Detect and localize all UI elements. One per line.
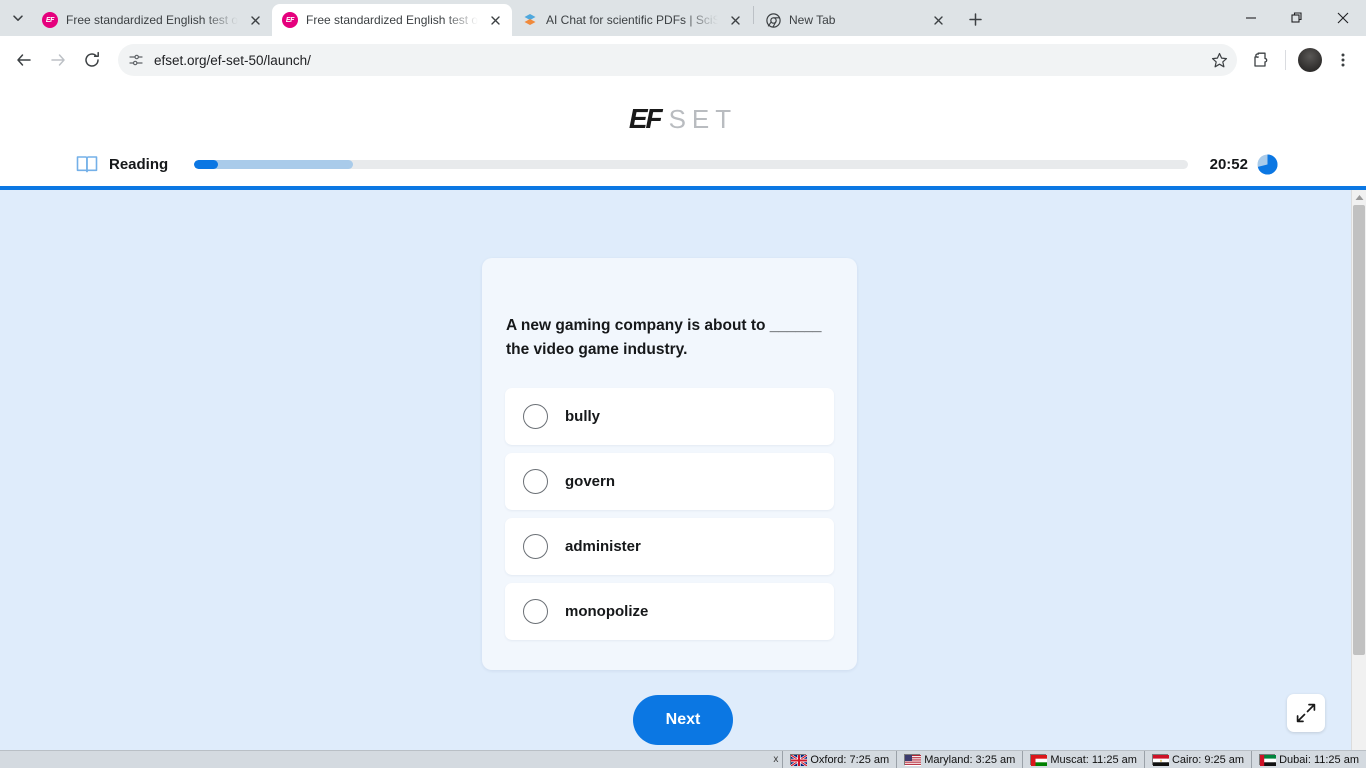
scispace-icon [522,12,538,28]
option-label: govern [565,473,616,490]
taskbar-spacer [0,750,770,768]
browser-tab-3[interactable]: AI Chat for scientific PDFs | SciS [512,4,752,36]
world-clock-item[interactable]: Muscat: 11:25 am [1022,750,1144,768]
chrome-icon [765,12,781,28]
radio-button[interactable] [523,599,548,624]
reload-icon[interactable] [76,44,108,76]
minimize-icon[interactable] [1228,1,1274,35]
close-icon[interactable] [1320,1,1366,35]
clock-label: Maryland: 3:25 am [924,753,1016,766]
next-button[interactable]: Next [633,695,733,745]
browser-toolbar: efset.org/ef-set-50/launch/ [0,36,1366,84]
fullscreen-button[interactable] [1287,694,1325,732]
option-label: bully [565,408,601,425]
world-clock-item[interactable]: Oxford: 7:25 am [782,750,896,768]
clock-label: Cairo: 9:25 am [1171,753,1245,766]
browser-tab-2[interactable]: EF Free standardized English test o [272,4,512,36]
scroll-up-arrow-icon[interactable] [1352,190,1366,205]
world-clock-item[interactable]: Maryland: 3:25 am [896,750,1022,768]
progress-bar [194,159,1188,169]
oman-flag [1030,754,1048,766]
clock-label: Muscat: 11:25 am [1050,753,1137,766]
progress-header: Reading 20:52 [0,142,1366,186]
radio-button[interactable] [523,469,548,494]
uae-flag [1259,754,1277,766]
avatar[interactable] [1298,48,1322,72]
close-icon[interactable] [929,11,947,29]
tab-title: Free standardized English test o [306,13,478,27]
option-row[interactable]: bully [505,388,834,445]
option-label: monopolize [565,603,649,620]
question-area: A new gaming company is about to ______ … [0,190,1366,768]
forward-icon[interactable] [42,44,74,76]
world-clock-taskbar: x Oxford: 7:25 am Maryland: 3:25 am Musc… [0,750,1366,768]
us-flag [904,754,922,766]
page-viewport: EF SET Reading 20:52 A new gaming compan… [0,84,1366,768]
uk-flag [790,754,809,767]
clock-label: Dubai: 11:25 am [1279,753,1359,766]
tab-divider [753,6,754,24]
clock-label: Oxford: 7:25 am [810,753,890,766]
ef-icon: EF [42,12,58,28]
logo-word: SET [668,104,738,134]
progress-bar-fill [194,159,219,169]
scrollbar-thumb[interactable] [1353,205,1365,655]
tab-title: Free standardized English test o [66,13,238,27]
efset-logo: EF SET [0,84,1366,142]
browser-window: EF Free standardized English test o EF F… [0,0,1366,768]
tab-title: New Tab [789,13,836,27]
chrome-menu-icon[interactable] [1328,44,1358,76]
close-icon[interactable] [246,11,264,29]
close-icon[interactable] [726,11,744,29]
logo-mark: EF [628,103,663,134]
browser-tab-4[interactable]: New Tab [755,4,955,36]
question-text: A new gaming company is about to ______ … [506,317,822,358]
radio-button[interactable] [523,404,548,429]
book-icon [76,154,98,174]
world-clock-item[interactable]: Dubai: 11:25 am [1251,750,1366,768]
world-clock-item[interactable]: Cairo: 9:25 am [1143,750,1251,768]
timer-value: 20:52 [1209,155,1248,173]
skill-label: Reading [109,155,169,173]
window-controls [1228,0,1366,36]
pie-timer-icon [1257,154,1278,175]
next-button-container: Next [0,695,1366,745]
taskbar-close-button[interactable]: x [769,754,782,765]
site-settings-icon[interactable] [122,46,150,74]
toolbar-divider [1285,50,1286,70]
timer: 20:52 [1210,154,1278,175]
option-row[interactable]: administer [505,518,834,575]
restore-icon[interactable] [1274,1,1320,35]
option-list: bully govern administer monopolize [482,388,857,640]
bookmark-star-icon[interactable] [1205,46,1233,74]
radio-button[interactable] [523,534,548,559]
close-icon[interactable] [486,11,504,29]
extensions-icon[interactable] [1245,44,1277,76]
browser-tab-1[interactable]: EF Free standardized English test o [32,4,272,36]
page-scrollbar[interactable] [1351,190,1366,768]
egypt-flag [1151,754,1169,766]
option-row[interactable]: govern [505,453,834,510]
tab-title: AI Chat for scientific PDFs | SciS [546,13,718,27]
option-label: administer [565,538,641,555]
ef-icon: EF [282,12,298,28]
progress-bar-section [194,159,354,169]
url-text: efset.org/ef-set-50/launch/ [154,52,311,68]
tab-search-icon[interactable] [4,4,32,32]
back-icon[interactable] [8,44,40,76]
new-tab-button[interactable] [961,5,989,33]
question-card: A new gaming company is about to ______ … [482,258,857,670]
address-bar[interactable]: efset.org/ef-set-50/launch/ [118,44,1237,76]
tab-strip: EF Free standardized English test o EF F… [0,0,1366,36]
expand-icon [1296,703,1316,723]
option-row[interactable]: monopolize [505,583,834,640]
